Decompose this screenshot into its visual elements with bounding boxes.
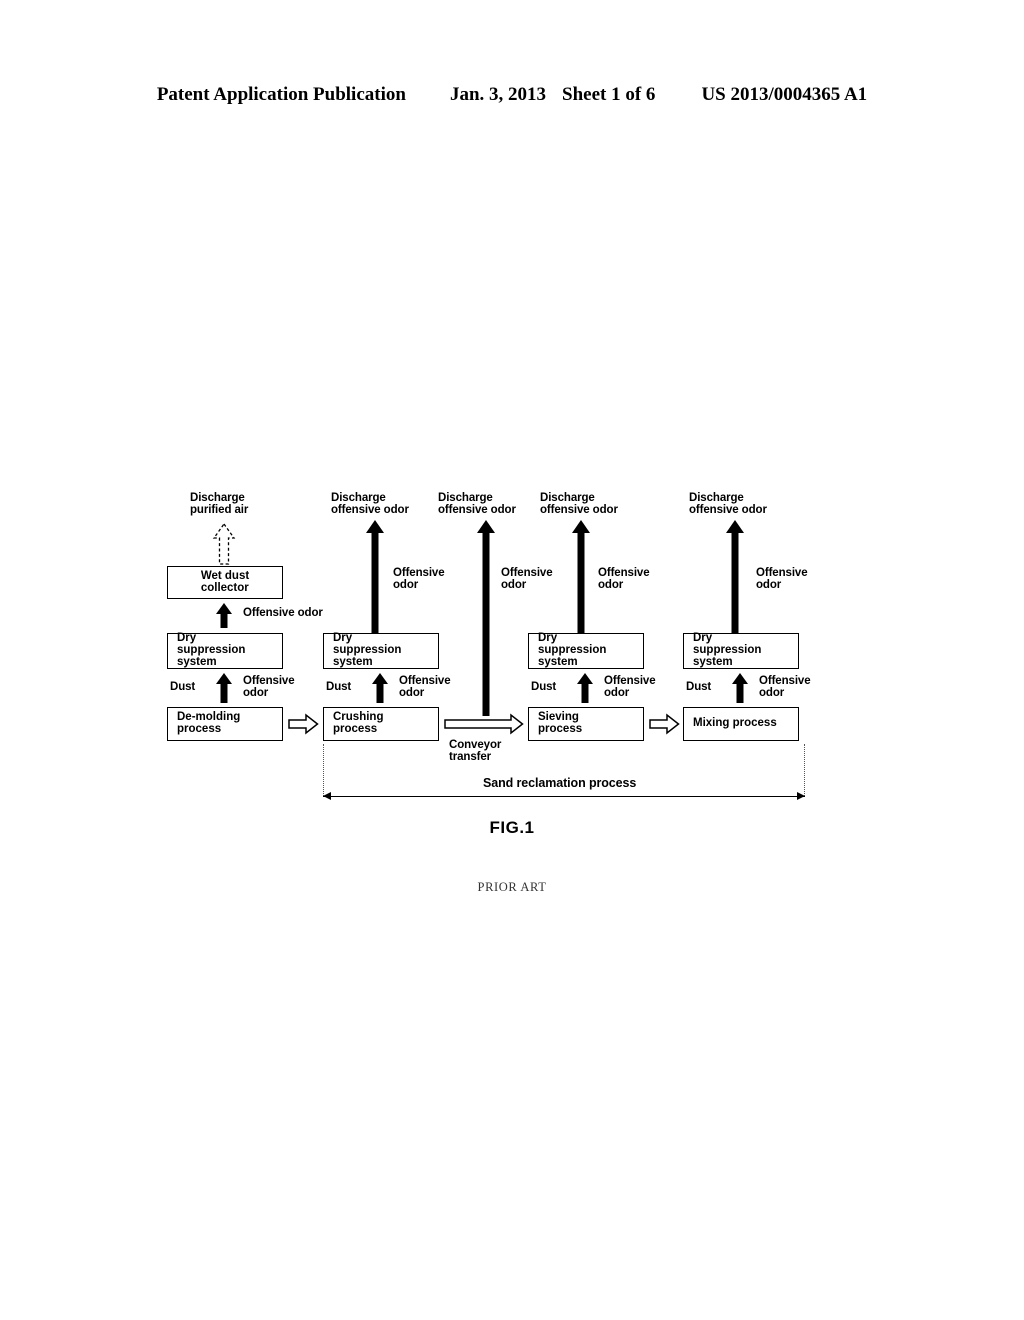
odor-arrow-mixing (728, 673, 752, 703)
label-discharge-offensive-odor-2: Discharge offensive odor (438, 492, 516, 516)
label-discharge-offensive-odor-1: Discharge offensive odor (331, 492, 409, 516)
bracket-left-guide (323, 744, 324, 796)
label-offensive-odor-tall-2: Offensive odor (501, 567, 553, 591)
odor-arrow-crushing (368, 673, 392, 703)
discharge-odor-arrow-3 (568, 520, 594, 633)
box-sieving-process[interactable]: Sieving process (528, 707, 644, 741)
label-discharge-offensive-odor-4: Discharge offensive odor (689, 492, 767, 516)
box-mixing-process[interactable]: Mixing process (683, 707, 799, 741)
box-wet-dust-collector-label: Wet dust collector (200, 569, 250, 594)
arrow-shaft (482, 530, 490, 716)
box-de-molding-process-label: De-molding process (177, 711, 241, 735)
arrow-shaft (376, 683, 384, 703)
box-dry-suppression-system-1-label: Dry suppression system (177, 632, 246, 668)
discharge-odor-arrow-1 (362, 520, 388, 633)
odor-arrow-to-wet-dust-collector (212, 603, 236, 628)
label-offensive-odor-short-3: Offensive odor (604, 675, 656, 699)
bracket-right-guide (804, 744, 805, 796)
arrow-shaft (371, 530, 379, 633)
arrow-shaft (731, 530, 739, 633)
label-offensive-odor-short-4: Offensive odor (759, 675, 811, 699)
arrow-shaft (736, 683, 744, 703)
box-dry-suppression-system-2[interactable]: Dry suppression system (323, 632, 439, 669)
label-offensive-odor-inline: Offensive odor (243, 607, 323, 619)
box-crushing-process-label: Crushing process (333, 711, 384, 735)
label-dust-4: Dust (686, 681, 712, 693)
arrow-shaft (581, 683, 589, 703)
label-discharge-offensive-odor-3: Discharge offensive odor (540, 492, 618, 516)
figure-1-diagram: Discharge purified air Discharge offensi… (0, 0, 1024, 1320)
box-sieving-process-label: Sieving process (538, 711, 583, 735)
odor-arrow-de-molding (212, 673, 236, 703)
label-dust-2: Dust (326, 681, 352, 693)
flow-arrow-sieving-to-mixing (649, 713, 680, 735)
box-mixing-process-label: Mixing process (693, 717, 777, 730)
prior-art-label: PRIOR ART (477, 880, 547, 894)
label-offensive-odor-tall-3: Offensive odor (598, 567, 650, 591)
box-dry-suppression-system-4[interactable]: Dry suppression system (683, 632, 799, 669)
box-de-molding-process[interactable]: De-molding process (167, 707, 283, 741)
odor-arrow-sieving (573, 673, 597, 703)
box-dry-suppression-system-4-label: Dry suppression system (693, 632, 762, 668)
arrow-shaft (577, 530, 585, 633)
bracket-left-arrowhead-icon (323, 792, 331, 800)
bracket-span-line (323, 796, 805, 797)
flow-arrow-conveyor-transfer (444, 713, 524, 735)
box-wet-dust-collector[interactable]: Wet dust collector (167, 566, 283, 599)
label-offensive-odor-short-2: Offensive odor (399, 675, 451, 699)
discharge-odor-arrow-2 (473, 520, 499, 716)
label-offensive-odor-short-1: Offensive odor (243, 675, 295, 699)
arrow-shaft (220, 612, 228, 628)
discharge-purified-air-arrow (211, 522, 237, 566)
label-offensive-odor-tall-1: Offensive odor (393, 567, 445, 591)
sand-reclamation-bracket (323, 744, 805, 800)
flow-arrow-de-molding-to-crushing (288, 713, 319, 735)
box-dry-suppression-system-3-label: Dry suppression system (538, 632, 607, 668)
label-offensive-odor-tall-4: Offensive odor (756, 567, 808, 591)
label-dust-1: Dust (170, 681, 196, 693)
label-dust-3: Dust (531, 681, 557, 693)
box-dry-suppression-system-3[interactable]: Dry suppression system (528, 632, 644, 669)
bracket-right-arrowhead-icon (797, 792, 805, 800)
label-sand-reclamation-process: Sand reclamation process (483, 776, 637, 790)
figure-caption: FIG.1 (489, 818, 535, 837)
arrow-shaft (220, 683, 228, 703)
box-dry-suppression-system-1[interactable]: Dry suppression system (167, 632, 283, 669)
box-crushing-process[interactable]: Crushing process (323, 707, 439, 741)
discharge-odor-arrow-4 (722, 520, 748, 633)
label-discharge-purified-air: Discharge purified air (190, 492, 249, 516)
box-dry-suppression-system-2-label: Dry suppression system (333, 632, 402, 668)
